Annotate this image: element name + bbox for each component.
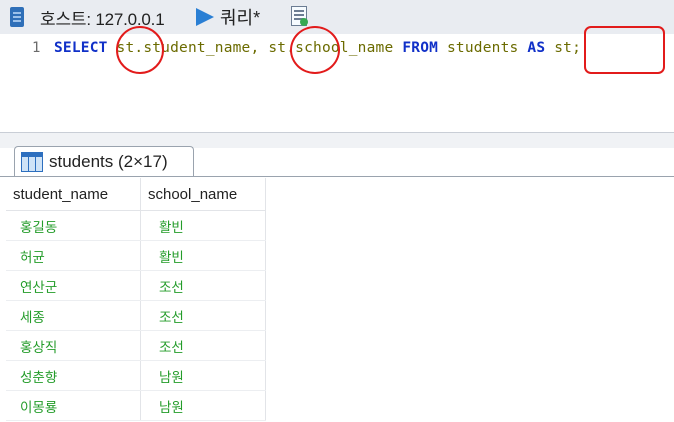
results-grid: student_name school_name 홍길동 활빈 허균 활빈 연산군 조…	[6, 178, 266, 421]
table-row[interactable]: 허균 활빈	[6, 240, 266, 271]
new-query-icon[interactable]	[291, 6, 308, 26]
table-row[interactable]: 홍상직 조선	[6, 330, 266, 361]
column-header-student-name[interactable]: student_name	[6, 178, 141, 211]
table-name: students	[447, 40, 519, 56]
cell-school-name[interactable]: 활빈	[140, 210, 266, 241]
table-alias: st;	[554, 40, 581, 56]
cell-school-name[interactable]: 활빈	[140, 240, 266, 271]
cell-student-name[interactable]: 연산군	[6, 270, 141, 301]
cell-student-name[interactable]: 홍상직	[6, 330, 141, 361]
tab-bar: 호스트: 127.0.0.1 쿼리*	[0, 0, 674, 35]
table-row[interactable]: 이몽룡 남원	[6, 390, 266, 421]
table-row[interactable]: 홍길동 활빈	[6, 210, 266, 241]
cell-school-name[interactable]: 조선	[140, 330, 266, 361]
cell-student-name[interactable]: 세종	[6, 300, 141, 331]
line-number: 1	[32, 40, 41, 56]
header-row: student_name school_name	[6, 178, 266, 211]
keyword-select: SELECT	[54, 40, 108, 56]
cell-student-name[interactable]: 성춘향	[6, 360, 141, 391]
cell-school-name[interactable]: 조선	[140, 300, 266, 331]
highlight-circle-1	[116, 26, 164, 74]
run-icon[interactable]	[196, 8, 214, 26]
tab-baseline	[0, 176, 674, 177]
cell-student-name[interactable]: 이몽룡	[6, 390, 141, 421]
database-icon	[10, 7, 24, 27]
cell-school-name[interactable]: 남원	[140, 390, 266, 421]
keyword-as: AS	[527, 40, 546, 56]
column-header-school-name[interactable]: school_name	[140, 178, 266, 211]
table-row[interactable]: 성춘향 남원	[6, 360, 266, 391]
table-row[interactable]: 연산군 조선	[6, 270, 266, 301]
result-tab-label: students (2×17)	[49, 152, 168, 171]
cell-student-name[interactable]: 홍길동	[6, 210, 141, 241]
table-row[interactable]: 세종 조선	[6, 300, 266, 331]
cell-student-name[interactable]: 허균	[6, 240, 141, 271]
highlight-circle-2	[290, 26, 340, 74]
highlight-box-as-alias	[584, 26, 665, 74]
table-grid-icon	[21, 152, 43, 172]
cell-school-name[interactable]: 조선	[140, 270, 266, 301]
cell-school-name[interactable]: 남원	[140, 360, 266, 391]
tab-query[interactable]: 쿼리*	[220, 4, 260, 30]
keyword-from: FROM	[402, 40, 439, 56]
tab-result-students[interactable]: students (2×17)	[14, 146, 194, 177]
